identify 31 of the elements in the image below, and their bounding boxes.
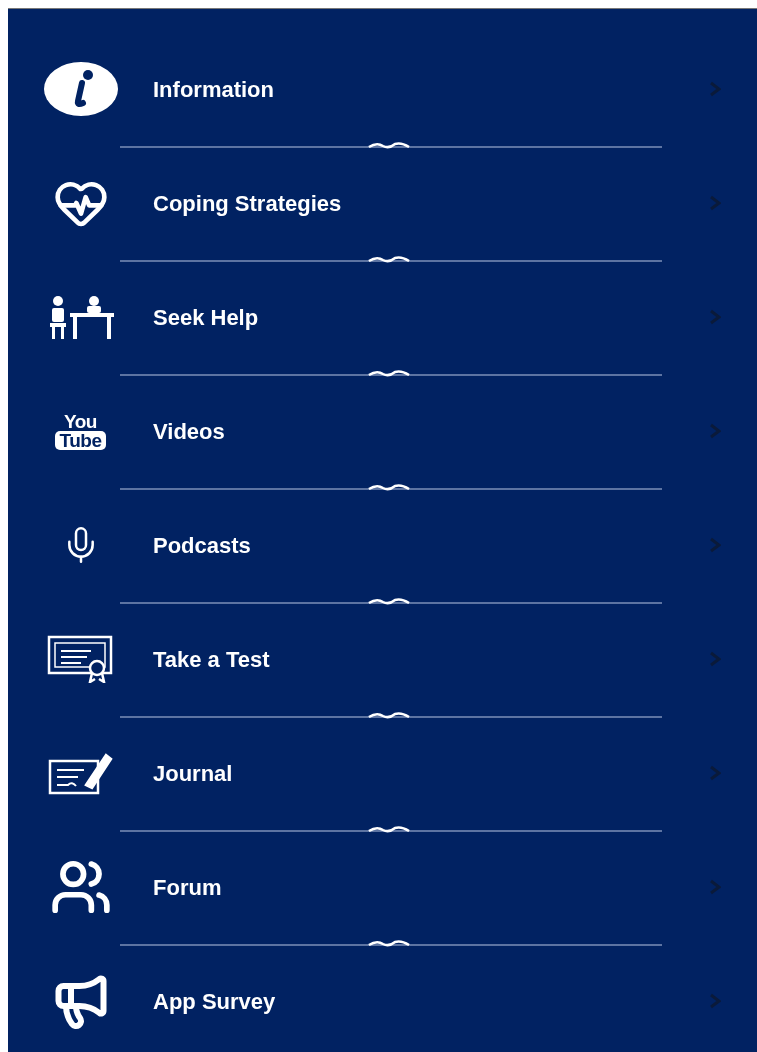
chevron-right-icon (709, 765, 721, 781)
menu-item-label: Take a Test (153, 645, 271, 674)
menu-item[interactable]: Coping Strategies (8, 158, 757, 248)
menu-item[interactable]: Podcasts (8, 500, 757, 590)
menu-item[interactable]: Seek Help (8, 272, 757, 362)
menu-item-label: Podcasts (153, 531, 252, 560)
menu-item[interactable]: App Survey (8, 956, 757, 1046)
youtube-logo: You Tube (55, 412, 106, 450)
menu-item-label: App Survey (153, 987, 277, 1016)
menu-item[interactable]: Forum (8, 842, 757, 932)
certificate-icon (46, 635, 115, 683)
chevron-right-icon (709, 423, 721, 439)
chevron-right-icon (709, 195, 721, 211)
chevron-right-icon (709, 81, 721, 97)
menu-item-label: Videos (153, 417, 226, 446)
chevron-right-icon (709, 309, 721, 325)
menu-item[interactable]: You Tube Videos (8, 386, 757, 476)
menu-item-label: Seek Help (153, 303, 260, 332)
chevron-right-icon (709, 993, 721, 1009)
chevron-right-icon (709, 537, 721, 553)
chevron-right-icon (709, 651, 721, 667)
menu-item[interactable]: Information (8, 44, 757, 134)
menu-item-label: Information (153, 75, 275, 104)
info-icon (42, 61, 119, 117)
menu-item[interactable]: Take a Test (8, 614, 757, 704)
menu-item-label: Coping Strategies (153, 189, 343, 218)
menu-item-label: Forum (153, 873, 223, 902)
chevron-right-icon (709, 879, 721, 895)
menu-item[interactable]: Journal (8, 728, 757, 818)
pen-and-paper-icon (47, 751, 114, 795)
menu-item-label: Journal (153, 759, 234, 788)
